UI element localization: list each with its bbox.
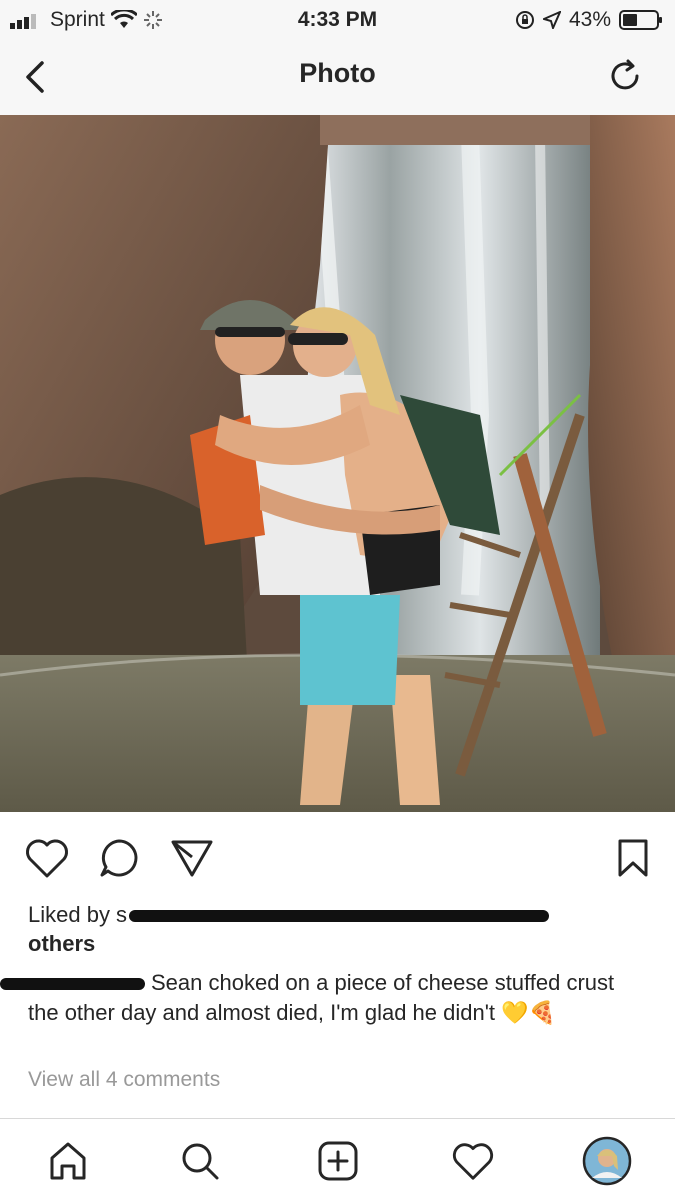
nav-bar: Photo	[0, 38, 675, 116]
likes-others: others	[28, 931, 96, 956]
view-all-comments-link[interactable]: View all 4 comments	[28, 1068, 220, 1092]
likes-summary[interactable]: Liked by s others	[28, 900, 648, 958]
orientation-lock-icon	[515, 11, 534, 29]
page-title: Photo	[299, 58, 376, 88]
like-heart-icon[interactable]	[24, 837, 70, 879]
tab-activity[interactable]	[443, 1131, 503, 1191]
tab-new-post[interactable]	[308, 1131, 368, 1191]
status-bar: Sprint 4:33 PM 43%	[0, 0, 675, 38]
waterfall-couple-photo	[0, 115, 675, 812]
bottom-tab-bar	[0, 1118, 675, 1201]
bookmark-icon[interactable]	[616, 837, 650, 879]
battery-percent: 43%	[568, 8, 611, 31]
avatar-icon	[582, 1136, 632, 1186]
search-icon	[182, 1143, 219, 1180]
battery-icon	[619, 10, 662, 30]
likes-prefix: Liked by s	[28, 902, 128, 927]
username-redaction	[0, 978, 145, 991]
refresh-icon[interactable]	[607, 58, 643, 94]
post-photo[interactable]	[0, 115, 675, 812]
redaction-scribble	[129, 910, 550, 923]
status-right: 43%	[515, 8, 663, 32]
tab-home[interactable]	[38, 1131, 98, 1191]
tab-profile[interactable]	[577, 1131, 637, 1191]
caption-emoji: 💛🍕	[501, 1000, 556, 1025]
post-caption: Sean choked on a piece of cheese stuffed…	[0, 968, 648, 1028]
share-icon[interactable]	[170, 837, 214, 879]
comment-icon[interactable]	[98, 837, 140, 879]
heart-icon	[452, 1143, 494, 1180]
post-action-bar	[0, 825, 675, 885]
tab-search[interactable]	[170, 1131, 230, 1191]
location-icon	[542, 11, 561, 29]
plus-square-icon	[318, 1141, 358, 1181]
home-icon	[50, 1142, 86, 1180]
